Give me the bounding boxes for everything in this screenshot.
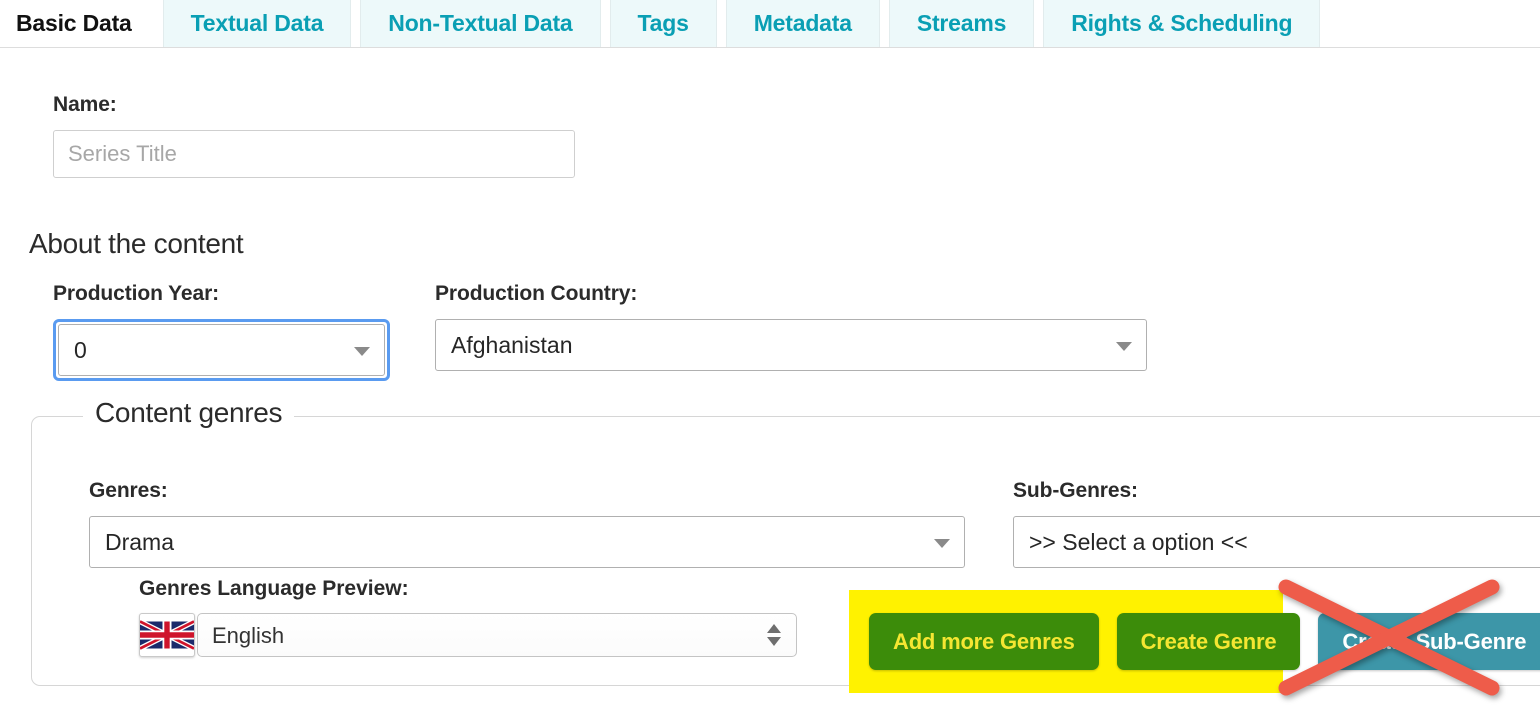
genres-select-shell: Drama bbox=[89, 516, 965, 568]
tab-label: Basic Data bbox=[16, 10, 132, 36]
production-year-label: Production Year: bbox=[53, 282, 220, 305]
uk-flag-icon bbox=[139, 613, 195, 657]
genres-language-preview-row: English bbox=[139, 613, 797, 657]
name-field-group: Name: bbox=[53, 93, 613, 178]
production-year-focus-ring: 0 bbox=[53, 319, 390, 381]
tab-rights-and-scheduling[interactable]: Rights & Scheduling bbox=[1043, 0, 1321, 47]
tab-bar-filler bbox=[1329, 0, 1540, 47]
create-genre-button[interactable]: Create Genre bbox=[1116, 613, 1301, 670]
tab-label: Rights & Scheduling bbox=[1071, 10, 1293, 36]
genres-group: Genres: Drama bbox=[89, 479, 965, 568]
production-country-select-shell: Afghanistan bbox=[435, 319, 1147, 371]
genres-label: Genres: bbox=[89, 479, 168, 502]
production-year-select[interactable]: 0 bbox=[58, 324, 385, 376]
about-the-content-heading: About the content bbox=[29, 228, 244, 259]
genres-language-preview-label: Genres Language Preview: bbox=[139, 577, 409, 600]
tab-basic-data[interactable]: Basic Data bbox=[0, 0, 154, 47]
tab-label: Non-Textual Data bbox=[388, 10, 573, 36]
name-label: Name: bbox=[53, 93, 117, 116]
production-country-label: Production Country: bbox=[435, 282, 638, 305]
tab-metadata[interactable]: Metadata bbox=[725, 0, 880, 47]
sub-genres-select-shell: >> Select a option << bbox=[1013, 516, 1540, 568]
add-more-genres-button[interactable]: Add more Genres bbox=[869, 613, 1099, 670]
tab-tags[interactable]: Tags bbox=[609, 0, 717, 47]
sub-genres-label: Sub-Genres: bbox=[1013, 479, 1138, 502]
tab-label: Metadata bbox=[753, 10, 852, 36]
production-country-group: Production Country: Afghanistan bbox=[435, 282, 1147, 371]
genres-language-preview-group: Genres Language Preview: English bbox=[139, 577, 797, 657]
tab-label: Tags bbox=[637, 10, 689, 36]
production-year-group: Production Year: 0 bbox=[53, 282, 390, 381]
genres-language-preview-select[interactable]: English bbox=[197, 613, 797, 657]
tab-textual-data[interactable]: Textual Data bbox=[162, 0, 352, 47]
genres-select[interactable]: Drama bbox=[89, 516, 965, 568]
production-country-select[interactable]: Afghanistan bbox=[435, 319, 1147, 371]
tab-label: Textual Data bbox=[190, 10, 324, 36]
sub-genres-group: Sub-Genres: >> Select a option << bbox=[1013, 479, 1540, 568]
tab-label: Streams bbox=[916, 10, 1007, 36]
tab-non-textual-data[interactable]: Non-Textual Data bbox=[360, 0, 601, 47]
genre-action-buttons: Add more Genres Create Genre Create Sub-… bbox=[869, 613, 1540, 670]
production-year-select-shell: 0 bbox=[58, 324, 385, 376]
content-genres-legend: Content genres bbox=[83, 397, 295, 429]
tab-streams[interactable]: Streams bbox=[888, 0, 1035, 47]
name-input[interactable] bbox=[53, 130, 575, 178]
language-select-shell: English bbox=[197, 613, 797, 657]
sub-genres-select[interactable]: >> Select a option << bbox=[1013, 516, 1540, 568]
create-sub-genre-button[interactable]: Create Sub-Genre bbox=[1318, 613, 1540, 670]
tab-bar: Basic Data Textual Data Non-Textual Data… bbox=[0, 0, 1540, 48]
